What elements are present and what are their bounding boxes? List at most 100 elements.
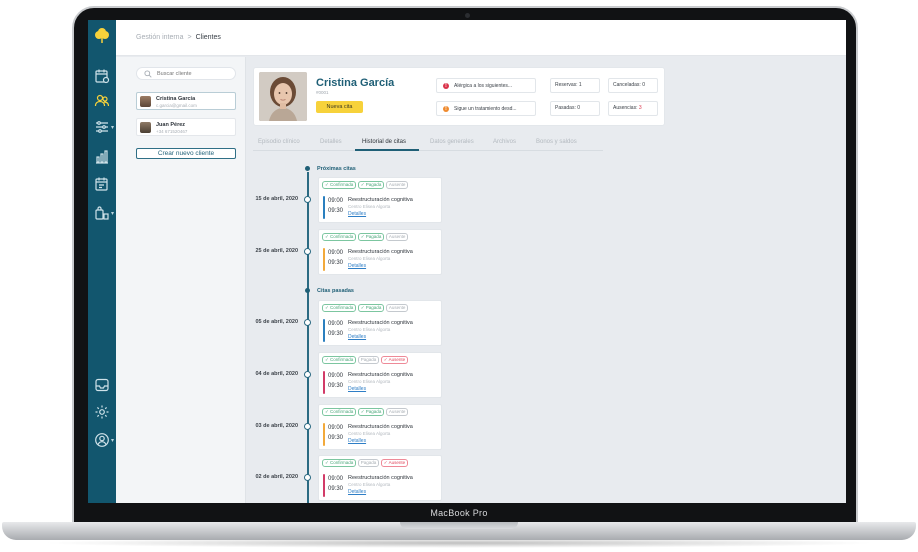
start-time: 09:00 [328, 321, 344, 327]
timeline-node [304, 474, 311, 481]
agenda-icon[interactable] [93, 175, 111, 193]
timeline-marker [305, 288, 310, 293]
appointment-color-bar [323, 371, 325, 394]
client-item[interactable]: Cristina García c.garcia@gmail.com [136, 92, 236, 110]
tab-detalles[interactable]: Detalles [320, 139, 342, 145]
end-time: 09:30 [328, 331, 344, 337]
details-link[interactable]: Detalles [348, 489, 366, 495]
timeline-node [304, 319, 311, 326]
appointment-card[interactable]: ✓ Confirmada Pagada ✓ Ausente 09:00 09:30 Ree… [318, 455, 442, 501]
client-list-panel: Cristina García c.garcia@gmail.com Juan … [116, 57, 246, 503]
status-badge: Ausente [385, 304, 409, 312]
status-badge: ✓ Ausente [380, 356, 409, 364]
sidebar: ▾ ▾ ▾ [88, 20, 116, 503]
status-badge: Pagada [357, 459, 380, 467]
tab-bonos-y-saldos[interactable]: Bonos y saldos [536, 139, 577, 145]
start-time: 09:00 [328, 476, 344, 482]
laptop-notch [400, 522, 518, 529]
timeline-line [307, 172, 309, 503]
center-name: Centro Elisea Algorta [348, 431, 391, 436]
end-time: 09:30 [328, 260, 344, 266]
stat-canceladas: Canceladas: 0 [608, 78, 658, 93]
status-badge: ✓ Pagada [357, 181, 385, 189]
center-name: Centro Elisea Algorta [348, 327, 391, 332]
appointment-date: 15 de abril, 2020 [255, 196, 299, 202]
tab-episodio-clinico[interactable]: Episodio clínico [258, 139, 300, 145]
logo-icon[interactable] [94, 28, 110, 44]
client-search[interactable] [136, 67, 236, 80]
appointment-date: 03 de abril, 2020 [255, 423, 299, 429]
settings-sliders-icon[interactable] [93, 118, 111, 136]
client-id: #0001 [316, 90, 329, 95]
details-link[interactable]: Detalles [348, 211, 366, 217]
status-badge: ✓ Confirmada [322, 233, 357, 241]
appointment-color-bar [323, 196, 325, 219]
start-time: 09:00 [328, 198, 344, 204]
start-time: 09:00 [328, 250, 344, 256]
breadcrumb-parent[interactable]: Gestión interna [136, 34, 183, 41]
stats-icon[interactable] [93, 148, 111, 166]
status-badge: ✓ Pagada [357, 304, 385, 312]
service-name: Reestructuración cognitiva [348, 424, 413, 430]
status-tags: ✓ Confirmada Pagada ✓ Ausente [322, 356, 410, 364]
avatar [140, 122, 151, 133]
stat-reservas: Reservas: 1 [550, 78, 600, 93]
alert-allergy[interactable]: ! Alérgica a los siguientes... [436, 78, 536, 93]
appointment-color-bar [323, 319, 325, 342]
service-name: Reestructuración cognitiva [348, 320, 413, 326]
status-badge: ✓ Confirmada [322, 181, 357, 189]
center-name: Centro Elisea Algorta [348, 204, 391, 209]
status-tags: ✓ Confirmada Pagada ✓ Ausente [322, 459, 410, 467]
create-client-button[interactable]: Crear nuevo cliente [136, 148, 236, 159]
details-link[interactable]: Detalles [348, 334, 366, 340]
appointment-card[interactable]: ✓ Confirmada ✓ Pagada Ausente 09:00 09:30 Ree… [318, 177, 442, 223]
alert-text: Alérgica a los siguientes... [454, 83, 513, 89]
appointment-date: 04 de abril, 2020 [255, 371, 299, 377]
user-account-icon[interactable] [93, 431, 111, 449]
active-tab-indicator [355, 149, 419, 151]
appointment-card[interactable]: ✓ Confirmada Pagada ✓ Ausente 09:00 09:30 Ree… [318, 352, 442, 398]
status-badge: ✓ Confirmada [322, 408, 357, 416]
alert-text: Sigue un tratamiento desd... [454, 106, 517, 112]
gear-icon[interactable] [93, 403, 111, 421]
status-badge: ✓ Confirmada [322, 304, 357, 312]
center-name: Centro Elisea Algorta [348, 256, 391, 261]
breadcrumb-separator: > [187, 34, 192, 41]
status-badge: Ausente [385, 233, 409, 241]
status-tags: ✓ Confirmada ✓ Pagada Ausente [322, 181, 410, 189]
camera [465, 13, 470, 18]
calendar-icon[interactable] [93, 67, 111, 85]
details-link[interactable]: Detalles [348, 438, 366, 444]
inbox-icon[interactable] [93, 376, 111, 394]
past-title: Citas pasadas [317, 288, 354, 294]
clients-icon[interactable] [93, 92, 111, 110]
client-search-input[interactable] [157, 69, 233, 79]
appointment-card[interactable]: ✓ Confirmada ✓ Pagada Ausente 09:00 09:30 Ree… [318, 300, 442, 346]
appointment-card[interactable]: ✓ Confirmada ✓ Pagada Ausente 09:00 09:30 Ree… [318, 229, 442, 275]
appointment-card[interactable]: ✓ Confirmada ✓ Pagada Ausente 09:00 09:30 Ree… [318, 404, 442, 450]
timeline-node [304, 423, 311, 430]
status-badge: ✓ Pagada [357, 408, 385, 416]
client-photo [259, 72, 307, 121]
new-appointment-button[interactable]: Nueva cita [316, 101, 363, 113]
details-link[interactable]: Detalles [348, 263, 366, 269]
status-tags: ✓ Confirmada ✓ Pagada Ausente [322, 233, 410, 241]
center-name: Centro Elisea Algorta [348, 379, 391, 384]
client-profile-card: Cristina García #0001 Nueva cita ! Alérg… [253, 67, 665, 126]
client-email: c.garcia@gmail.com [156, 103, 197, 108]
center-name: Centro Elisea Algorta [348, 482, 391, 487]
appointment-color-bar [323, 474, 325, 497]
client-phone: +34 671520467 [156, 129, 188, 134]
tab-datos-generales[interactable]: Datos generales [430, 139, 474, 145]
service-name: Reestructuración cognitiva [348, 475, 413, 481]
tab-historial-de-citas[interactable]: Historial de citas [362, 139, 406, 145]
status-badge: Ausente [385, 181, 409, 189]
shop-icon[interactable] [93, 204, 111, 222]
appointment-color-bar [323, 423, 325, 446]
start-time: 09:00 [328, 373, 344, 379]
alert-treatment[interactable]: ! Sigue un tratamiento desd... [436, 101, 536, 116]
details-link[interactable]: Detalles [348, 386, 366, 392]
tab-archivos[interactable]: Archivos [493, 139, 516, 145]
top-bar: Gestión interna > Clientes [116, 20, 846, 56]
client-item[interactable]: Juan Pérez +34 671520467 [136, 118, 236, 136]
